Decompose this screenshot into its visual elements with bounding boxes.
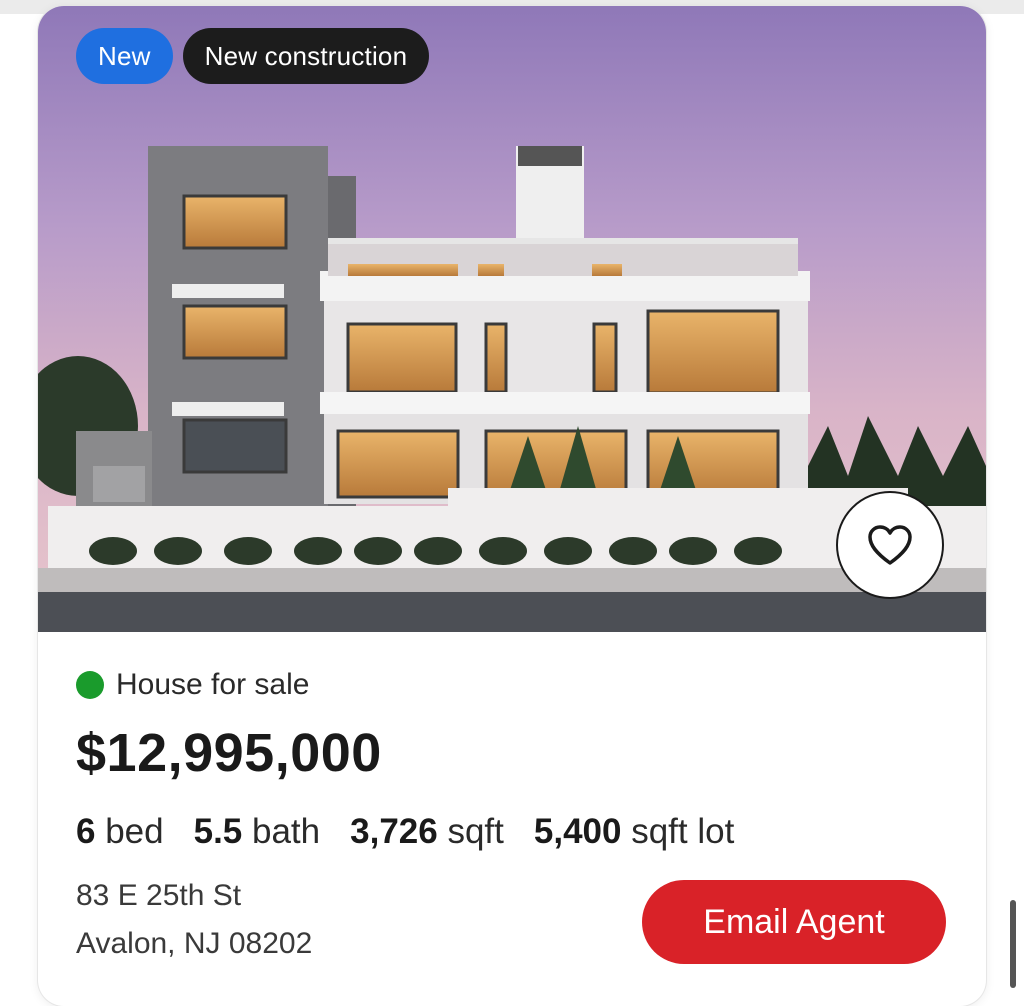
baths-spec: 5.5 bath	[194, 812, 321, 852]
lot-value: 5,400	[533, 812, 622, 851]
status-label: House for sale	[116, 668, 310, 701]
beds-unit: bed	[105, 812, 164, 851]
address-line2: Avalon, NJ 08202	[76, 927, 313, 960]
status-dot-icon	[76, 671, 104, 699]
lot-unit: sqft lot	[631, 812, 735, 851]
beds-value: 6	[76, 812, 96, 851]
listing-photo[interactable]: New New construction	[38, 6, 986, 632]
sqft-value: 3,726	[350, 812, 438, 851]
listing-card[interactable]: New New construction House for sale $12,…	[38, 6, 986, 1006]
sqft-spec: 3,726 sqft	[350, 812, 504, 852]
lot-spec: 5,400 sqft lot	[534, 812, 734, 852]
new-badge: New	[76, 28, 173, 84]
email-agent-button[interactable]: Email Agent	[642, 880, 946, 964]
badges: New New construction	[76, 28, 430, 84]
listing-status: House for sale	[76, 668, 309, 702]
scrollbar[interactable]	[1010, 900, 1016, 988]
new-construction-badge: New construction	[182, 28, 430, 84]
listing-specs: 6 bed 5.5 bath 3,726 sqft 5,400 sqft lot	[76, 812, 734, 852]
heart-outline-icon	[868, 525, 912, 565]
favorite-button[interactable]	[836, 491, 944, 599]
listing-address[interactable]: 83 E 25th St Avalon, NJ 08202	[76, 872, 312, 968]
baths-value: 5.5	[193, 812, 243, 851]
baths-unit: bath	[252, 812, 321, 851]
sqft-unit: sqft	[447, 812, 504, 851]
listing-price: $12,995,000	[76, 723, 382, 783]
beds-spec: 6 bed	[76, 812, 164, 852]
address-line1: 83 E 25th St	[76, 879, 242, 912]
